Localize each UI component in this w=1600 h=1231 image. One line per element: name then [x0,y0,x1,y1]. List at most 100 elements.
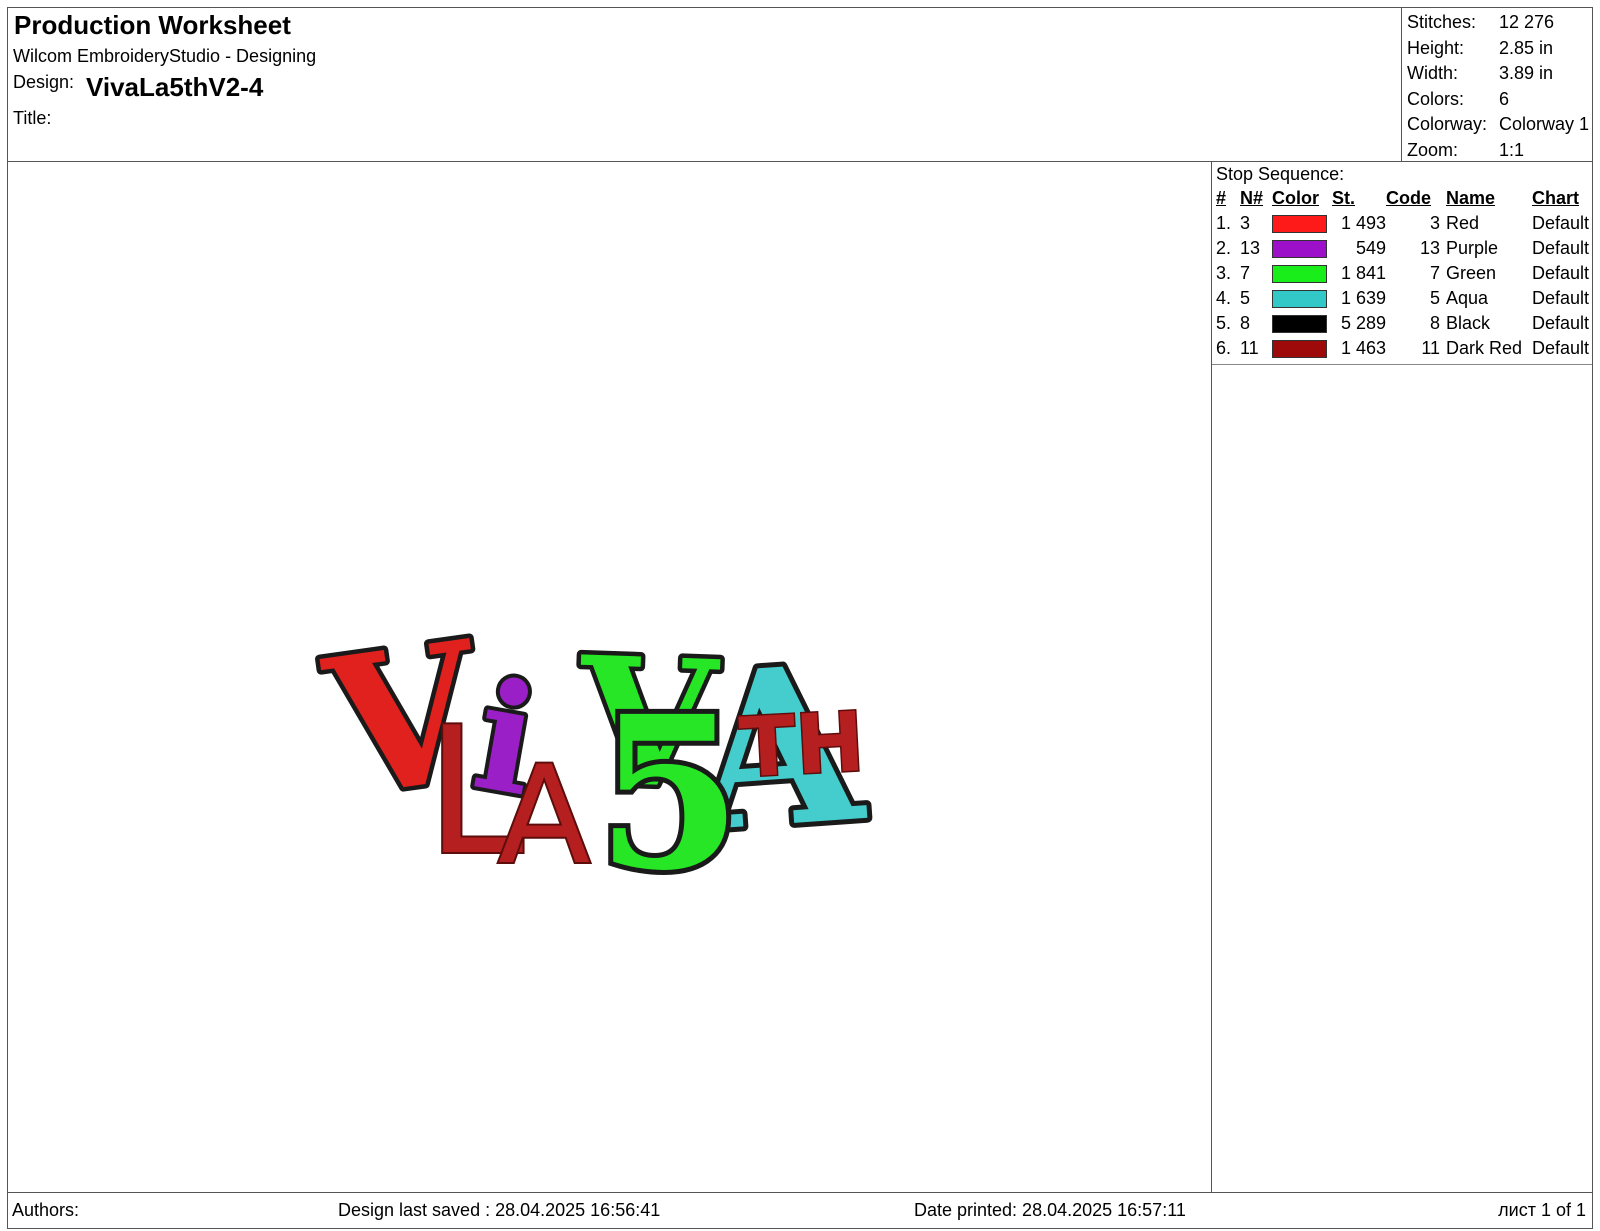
color-swatch [1272,264,1327,283]
stitch-count: 1 463 [1340,338,1386,358]
stat-label: Zoom: [1407,139,1459,160]
color-chart: Default [1532,213,1590,233]
color-code: 5 [1429,288,1440,308]
table-header-row: # N# Color St. Code Name Chart [1216,186,1592,211]
stop-sequence-panel: Stop Sequence: # N# Color St. Code Name … [1211,162,1592,1192]
color-swatch [1272,214,1327,233]
design-label: Design: [13,72,75,92]
digit-5: 5 [596,670,742,917]
stitch-count: 1 493 [1340,213,1386,233]
stat-colors: Colors: 6 [1407,87,1592,113]
stat-colorway: Colorway: Colorway 1 [1407,112,1592,138]
stop-number: 1. [1216,213,1232,233]
color-swatch-cell [1272,286,1332,311]
color-name: Purple [1446,238,1499,258]
column-header: Name [1446,188,1496,208]
stat-zoom: Zoom: 1:1 [1407,138,1592,164]
page-number: лист 1 of 1 [1498,1200,1586,1220]
color-swatch [1272,339,1327,358]
color-code: 7 [1429,263,1440,283]
color-chart: Default [1532,313,1590,333]
table-row: 6. 11 1 463 11 Dark Red Default [1216,336,1592,361]
letter-a-2: A [498,737,590,894]
stat-label: Stitches: [1407,12,1477,32]
column-header: # [1216,188,1227,208]
color-swatch-cell [1272,336,1332,361]
stat-label: Colorway: [1407,114,1488,134]
color-name: Red [1446,213,1480,233]
last-saved: Design last saved : 28.04.2025 16:56:41 [338,1200,661,1220]
needle-number: 11 [1240,338,1259,358]
stitch-count: 1 841 [1340,263,1386,283]
color-swatch-cell [1272,236,1332,261]
color-swatch-cell [1272,311,1332,336]
stop-sequence-table-wrap: # N# Color St. Code Name Chart 1. 3 1 493 3… [1212,186,1592,365]
color-swatch [1272,289,1327,308]
table-row: 1. 3 1 493 3 Red Default [1216,211,1592,236]
color-chart: Default [1532,263,1590,283]
stat-value: 1:1 [1499,139,1525,160]
stitch-count: 549 [1355,238,1386,258]
color-code: 13 [1419,238,1440,258]
design-stats: Stitches: 12 276 Height: 2.85 in Width: 3.8… [1401,8,1592,162]
stat-width: Width: 3.89 in [1407,61,1592,87]
needle-number: 5 [1240,288,1251,308]
needle-number: 3 [1240,213,1251,233]
stat-stitches: Stitches: 12 276 [1407,10,1592,36]
embroidery-artwork: V i V A L A 5 TH [309,594,877,922]
design-name: VivaLa5thV2-4 [86,72,264,102]
stop-number: 3. [1216,263,1232,283]
column-header: St. [1332,188,1356,208]
column-header: N# [1240,188,1264,208]
stitch-count: 1 639 [1340,288,1386,308]
needle-number: 13 [1240,238,1261,258]
stat-value: 3.89 in [1499,63,1554,83]
color-swatch-cell [1272,211,1332,236]
color-chart: Default [1532,338,1590,358]
stat-value: 6 [1499,88,1510,109]
date-printed: Date printed: 28.04.2025 16:57:11 [914,1200,1186,1220]
table-row: 3. 7 1 841 7 Green Default [1216,261,1592,286]
stat-label: Width: [1407,63,1459,83]
color-chart: Default [1532,288,1590,308]
column-header: Color [1272,188,1319,208]
page-title: Production Worksheet [14,10,291,40]
color-swatch [1272,239,1327,258]
stop-sequence-heading: Stop Sequence: [1216,164,1345,184]
stat-value: 12 276 [1499,12,1555,32]
color-swatch [1272,314,1327,333]
stop-number: 6. [1216,338,1232,358]
stop-sequence-table: # N# Color St. Code Name Chart 1. 3 1 493 3… [1216,186,1592,361]
needle-number: 7 [1240,263,1251,283]
title-label: Title: [13,108,52,128]
stop-number: 2. [1216,238,1232,258]
worksheet-header: Production Worksheet Wilcom EmbroiderySt… [8,8,1592,162]
production-worksheet: Production Worksheet Wilcom EmbroiderySt… [7,7,1593,1229]
stop-number: 4. [1216,288,1232,308]
needle-number: 8 [1240,313,1251,333]
stat-height: Height: 2.85 in [1407,36,1592,62]
color-name: Black [1446,313,1491,333]
color-name: Green [1446,263,1497,283]
stat-label: Height: [1407,37,1465,58]
stat-value: 2.85 in [1499,37,1554,58]
color-name: Dark Red [1446,338,1523,358]
table-row: 5. 8 5 289 8 Black Default [1216,311,1592,336]
stat-value: Colorway 1 [1499,114,1590,134]
table-row: 2. 13 549 13 Purple Default [1216,236,1592,261]
stop-sequence-rows: 1. 3 1 493 3 Red Default 2. 13 549 13 Purple Defaul… [1216,211,1592,361]
color-code: 3 [1429,213,1440,233]
column-header: Code [1386,188,1431,208]
superscript-th: TH [737,695,866,796]
worksheet-footer: Authors: Design last saved : 28.04.2025 … [8,1192,1592,1228]
color-code: 11 [1421,338,1440,358]
color-code: 8 [1429,313,1440,333]
color-chart: Default [1532,238,1590,258]
design-preview: V i V A L A 5 TH [8,162,1211,1192]
authors-label: Authors: [12,1200,80,1220]
color-name: Aqua [1446,288,1489,308]
app-name: Wilcom EmbroideryStudio - Designing [13,46,317,66]
stitch-count: 5 289 [1340,313,1386,333]
stop-number: 5. [1216,313,1232,333]
table-row: 4. 5 1 639 5 Aqua Default [1216,286,1592,311]
